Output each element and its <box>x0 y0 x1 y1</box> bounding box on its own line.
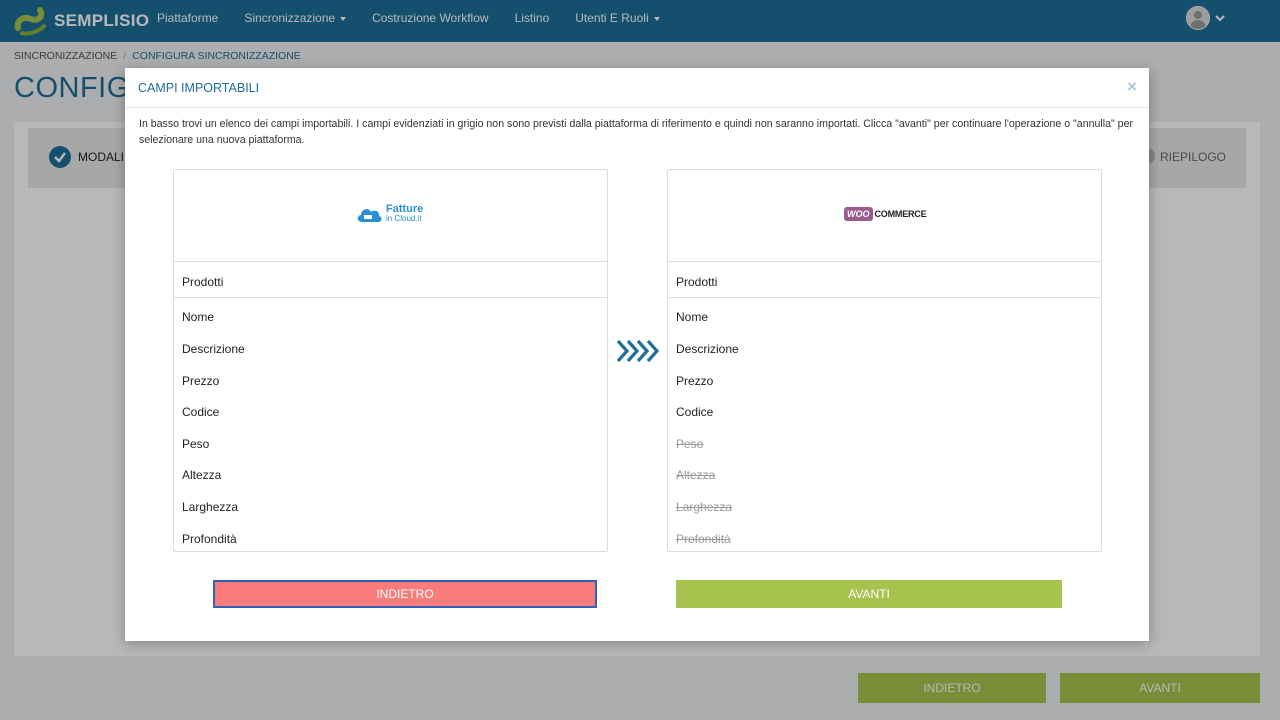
list-item: Codice <box>676 405 714 419</box>
list-item: Profondità <box>182 532 237 546</box>
logo-text: Fatture <box>386 203 424 215</box>
fatture-in-cloud-logo: Fatture in Cloud.it <box>355 204 423 224</box>
list-item-unsupported: Altezza <box>676 468 716 482</box>
horizontal-scrollbar[interactable] <box>125 641 1149 647</box>
list-item: Descrizione <box>182 342 245 356</box>
list-item: Prezzo <box>676 374 714 388</box>
modal-back-button[interactable]: INDIETRO <box>213 580 597 608</box>
importable-fields-modal: CAMPI IMPORTABILI × In basso trovi un el… <box>125 68 1149 641</box>
woocommerce-logo: WOO COMMERCE <box>844 207 927 221</box>
list-item: Nome <box>676 310 709 324</box>
section-label: Prodotti <box>182 275 224 289</box>
target-platform-box: WOO COMMERCE Prodotti Nome Descrizione P… <box>667 169 1102 552</box>
list-item-unsupported: Profondità <box>676 532 731 546</box>
modal-description: In basso trovi un elenco dei campi impor… <box>139 118 1133 146</box>
logo-subtext: in Cloud.it <box>386 214 422 223</box>
cloud-icon <box>357 209 382 222</box>
list-item: Larghezza <box>182 500 239 514</box>
target-logo-area: WOO COMMERCE <box>668 170 1101 262</box>
source-platform-box: Fatture in Cloud.it Prodotti Nome Descri… <box>173 169 608 552</box>
list-item: Codice <box>182 405 220 419</box>
list-item-unsupported: Peso <box>676 437 704 451</box>
target-section-header: Prodotti <box>668 262 1101 298</box>
logo-badge: WOO <box>844 207 873 221</box>
list-item: Nome <box>182 310 215 324</box>
list-item: Peso <box>182 437 210 451</box>
list-item: Descrizione <box>676 342 739 356</box>
modal-next-button[interactable]: AVANTI <box>676 580 1062 608</box>
source-logo-area: Fatture in Cloud.it <box>174 170 607 262</box>
logo-text: COMMERCE <box>874 209 927 219</box>
list-item-unsupported: Larghezza <box>676 500 733 514</box>
list-item: Altezza <box>182 468 222 482</box>
chevrons-right-icon <box>616 339 659 363</box>
modal-title: CAMPI IMPORTABILI <box>138 81 260 95</box>
source-section-header: Prodotti <box>174 262 607 298</box>
list-item: Prezzo <box>182 374 220 388</box>
modal-header: CAMPI IMPORTABILI × <box>125 68 1149 108</box>
section-label: Prodotti <box>676 275 718 289</box>
close-icon[interactable]: × <box>1127 77 1137 97</box>
